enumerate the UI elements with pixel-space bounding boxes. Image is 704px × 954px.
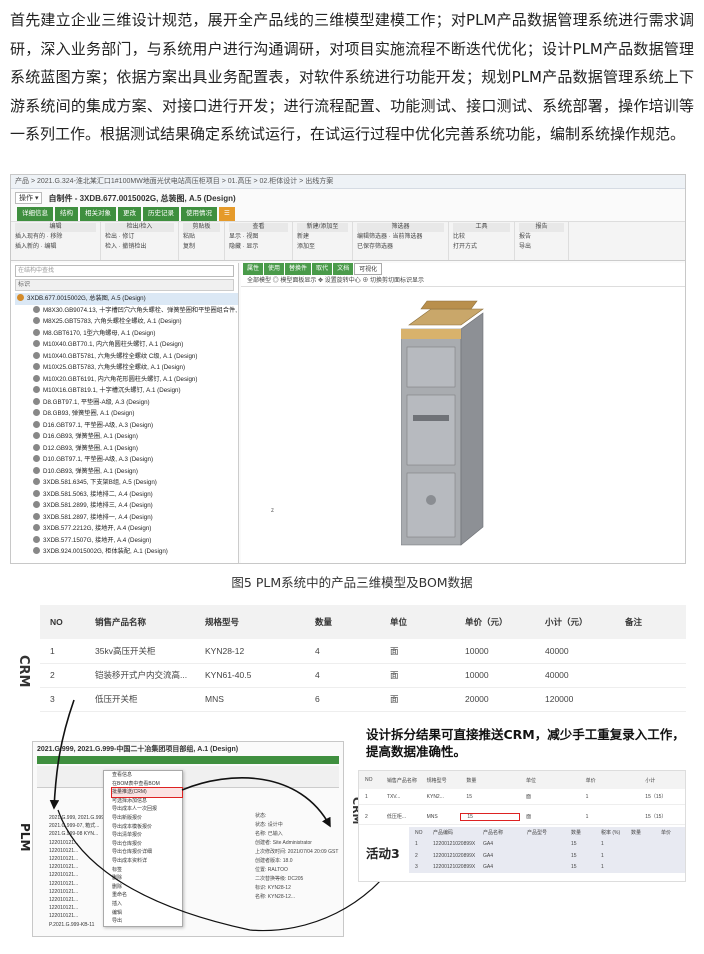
crm-mini-detail: NO 产品编码 产品名称 产品型号 数量 税率 (%) 数量 单价 1 122001210208… [409, 827, 685, 873]
arrow-crm-to-plm [49, 699, 75, 810]
table-row[interactable]: 1 12200121020899X GA4 15 1 [409, 839, 685, 851]
crm-mini-screenshot: NO 销售产品名称 规格型号 数量 单位 单价 小计 1 TXV... KYN2... 15 面 1 1… [358, 770, 686, 882]
table-cell: 1 [601, 852, 604, 859]
table-cell: 15（15） [645, 794, 667, 800]
qty-highlight: 15 [460, 812, 521, 821]
table-cell: KYN2... [426, 793, 444, 800]
table-cell: 15 [571, 864, 577, 871]
header-cell: 单价 [585, 777, 596, 784]
table-cell: TXV... [386, 793, 401, 800]
table-cell: 12200121020899X [433, 852, 476, 859]
table-cell: 面 [526, 794, 532, 800]
annotation-note: 设计拆分结果可直接推送CRM，减少手工重复录入工作，提高数据准确性。 [366, 727, 685, 759]
table-cell: 12200121020899X [433, 864, 476, 871]
table-cell: 1 [601, 864, 604, 871]
header-cell: 产品编码 [433, 830, 454, 837]
table-cell: MNS [426, 813, 438, 820]
header-cell: 小计 [645, 777, 656, 784]
header-cell: 数量 [466, 777, 477, 784]
detail-header: NO 产品编码 产品名称 产品型号 数量 税率 (%) 数量 单价 [409, 827, 685, 839]
table-cell: 15 [466, 793, 472, 800]
table-cell: GA4 [483, 841, 494, 848]
header-cell: 税率 (%) [601, 830, 621, 837]
header-cell: NO [365, 777, 373, 783]
table-row[interactable]: 2 低压柜... MNS 15 面 1 15（15） [359, 809, 685, 825]
header-cell: 单位 [526, 777, 537, 784]
table-row[interactable]: 2 12200121020899X GA4 15 1 [409, 850, 685, 862]
header-cell: 销售产品名称 [386, 777, 417, 784]
table-cell: 1 [365, 793, 368, 800]
header-cell: 产品名称 [483, 830, 504, 837]
table-row[interactable]: 1 TXV... KYN2... 15 面 1 15（15） [359, 789, 685, 805]
header-cell: NO [415, 829, 423, 836]
table-cell: 低压柜... [386, 814, 407, 820]
table-cell: 15 [571, 852, 577, 859]
activity-label: 活动3 [366, 846, 400, 861]
arrow-push-to-crm [181, 777, 331, 828]
crm-mini-header: NO 销售产品名称 规格型号 数量 单位 单价 小计 [359, 771, 685, 789]
table-cell: 面 [526, 814, 532, 820]
header-cell: 规格型号 [426, 777, 447, 784]
arrow-loop [57, 809, 401, 932]
table-cell: 1 [585, 813, 589, 820]
table-row[interactable]: 3 12200121020899X GA4 15 1 [409, 862, 685, 874]
header-cell: 产品型号 [527, 830, 548, 837]
table-cell: 15（15） [645, 814, 667, 820]
table-cell: 15 [571, 841, 577, 848]
table-cell: GA4 [483, 852, 494, 859]
table-cell: 1 [601, 841, 604, 848]
header-cell: 单价 [661, 830, 672, 837]
table-cell: GA4 [483, 864, 494, 871]
table-cell: 3 [415, 864, 418, 871]
header-cell: 数量 [571, 830, 582, 837]
table-cell: 1 [585, 793, 589, 800]
header-cell: 数量 [631, 830, 642, 837]
table-cell: 2 [365, 813, 368, 820]
table-cell: 1 [415, 841, 418, 848]
table-cell: 12200121020899X [433, 841, 476, 848]
table-cell: 2 [415, 852, 418, 859]
